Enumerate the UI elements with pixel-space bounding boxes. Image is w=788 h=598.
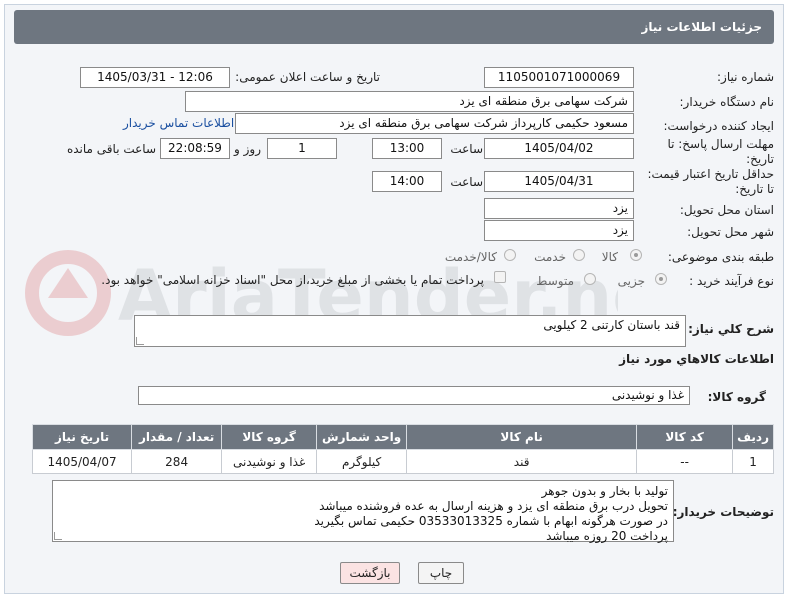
price-validity-time-label: ساعت [450,175,483,189]
resize-handle-icon[interactable] [136,337,144,345]
days-remaining-field: 1 [267,138,337,159]
days-label: روز و [234,142,261,156]
table-row: 1 -- قند کیلوگرم غذا و نوشیدنی 284 1405/… [31,449,774,474]
col-header-quantity: تعداد / مقدار [131,424,223,450]
delivery-city-label: شهر محل تحویل: [687,225,774,239]
process-radio-minor[interactable] [655,273,667,285]
price-validity-label-2: تا تاریخ: [735,182,774,196]
buyer-notes-line-4: پرداخت 20 روزه میباشد [546,529,668,543]
general-desc-text: قند باستان کارتنی 2 کیلویی [543,318,680,332]
delivery-province-label: استان محل تحویل: [679,203,774,217]
process-radio-medium[interactable] [584,273,596,285]
print-button[interactable]: چاپ [418,562,464,584]
goods-group-field: غذا و نوشیدنی [138,386,690,405]
general-desc-textarea[interactable]: قند باستان کارتنی 2 کیلویی [134,315,686,347]
buyer-notes-textarea[interactable]: تولید با بخار و بدون جوهر تحویل درب برق … [52,480,674,543]
buyer-notes-label: توضیحات خریدار: [672,505,774,519]
table-header-row: ردیف کد کالا نام کالا واحد شمارش گروه کا… [31,424,774,450]
category-option-service: خدمت [534,250,566,264]
creator-label: ایجاد کننده درخواست: [663,119,774,133]
reply-deadline-label: مهلت ارسال پاسخ: تا [667,137,774,151]
page-header: جزئیات اطلاعات نیاز [14,10,774,44]
treasury-payment-note: پرداخت تمام یا بخشی از مبلغ خرید،از محل … [101,273,484,287]
buyer-notes-line-2: تحویل درب برق منطقه ای یزد و هزینه ارسال… [319,499,668,513]
treasury-payment-checkbox[interactable] [494,271,506,283]
resize-handle-icon[interactable] [54,532,62,540]
col-header-name: نام کالا [406,424,638,450]
goods-group-label: گروه کالا: [707,390,766,404]
process-option-medium: متوسط [536,274,574,288]
cell-need-date: 1405/04/07 [31,449,133,474]
process-option-minor: جزیی [617,274,645,288]
price-validity-date-field: 1405/04/31 [484,171,634,192]
reply-time-label: ساعت [450,142,483,156]
creator-field: مسعود حکیمی کارپرداز شرکت سهامی برق منطق… [235,113,634,134]
buyer-notes-line-1: تولید با بخار و بدون جوهر [541,484,668,498]
time-remaining-label: ساعت باقی مانده [66,142,156,156]
buyer-org-label: نام دستگاه خریدار: [679,95,775,109]
col-header-group: گروه کالا [221,424,318,450]
buyer-notes-line-3: در صورت هرگونه ابهام با شماره 0353301332… [314,514,668,528]
category-option-goods-service: کالا/خدمت [444,250,497,264]
cell-quantity: 284 [131,449,223,474]
need-number-label: شماره نیاز: [717,70,774,84]
page-title: جزئیات اطلاعات نیاز [641,20,762,34]
category-radio-service[interactable] [573,249,585,261]
announce-datetime-label: تاریخ و ساعت اعلان عمومی: [235,70,380,84]
price-validity-time-field: 14:00 [372,171,442,192]
col-header-row-number: ردیف [732,424,774,450]
category-label: طبقه بندی موضوعی: [667,250,774,264]
reply-deadline-label-2: تاریخ: [746,152,774,166]
reply-date-field: 1405/04/02 [484,138,634,159]
cell-row-number: 1 [732,449,774,474]
cell-unit: کیلوگرم [316,449,408,474]
cell-code: -- [636,449,734,474]
back-button[interactable]: بازگشت [340,562,400,584]
process-type-label: نوع فرآیند خرید : [689,274,774,288]
reply-time-field: 13:00 [372,138,442,159]
price-validity-label: حداقل تاریخ اعتبار قیمت: [647,167,774,181]
general-desc-label: شرح کلي نیاز: [688,322,774,336]
need-number-field: 1105001071000069 [484,67,634,88]
buyer-org-field: شرکت سهامی برق منطقه ای یزد [185,91,634,112]
goods-info-title: اطلاعات کالاهاي مورد نیاز [619,352,774,366]
goods-table: ردیف کد کالا نام کالا واحد شمارش گروه کا… [31,424,774,474]
category-radio-goods-service[interactable] [504,249,516,261]
cell-name: قند [406,449,638,474]
announce-datetime-field: 1405/03/31 - 12:06 [80,67,230,88]
time-remaining-field: 22:08:59 [160,138,230,159]
category-radio-goods[interactable] [630,249,642,261]
col-header-unit: واحد شمارش [316,424,408,450]
col-header-code: کد کالا [636,424,734,450]
delivery-city-field: یزد [484,220,634,241]
delivery-province-field: یزد [484,198,634,219]
category-option-goods: کالا [601,250,618,264]
buyer-contact-link[interactable]: اطلاعات تماس خریدار [123,116,234,130]
col-header-need-date: تاریخ نیاز [31,424,133,450]
cell-group: غذا و نوشیدنی [221,449,318,474]
